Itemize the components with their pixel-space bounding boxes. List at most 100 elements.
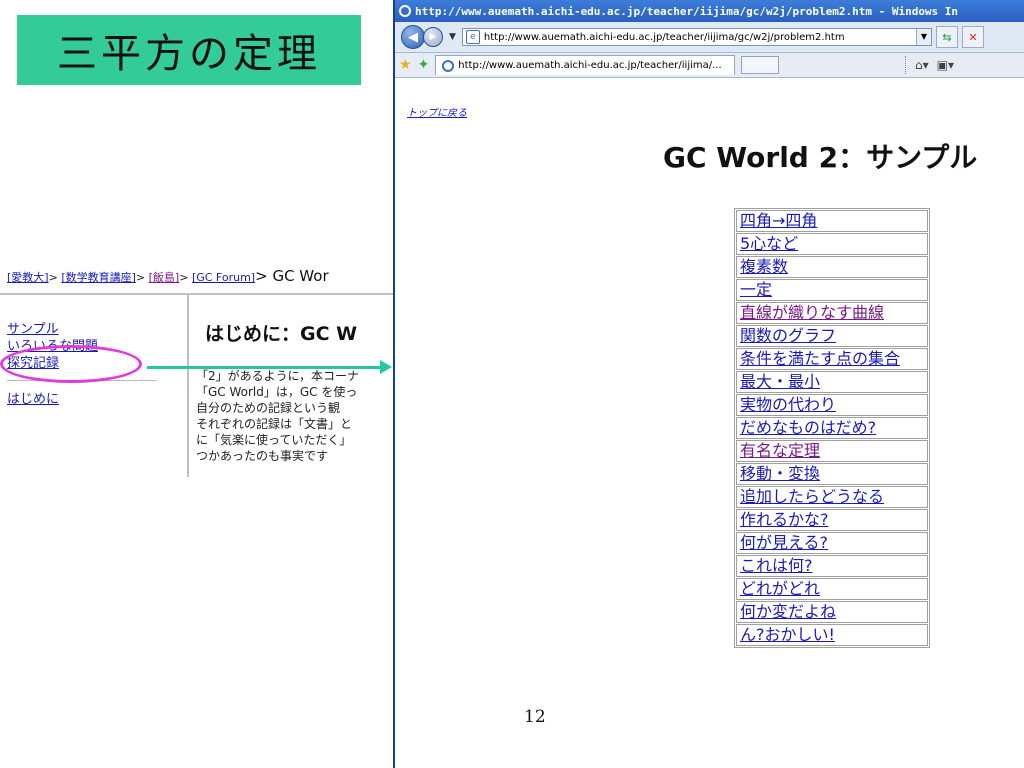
table-cell: 関数のグラフ	[736, 325, 928, 347]
slide-page-number: 12	[524, 707, 546, 727]
breadcrumb-separator: >	[48, 271, 58, 284]
browser-window: http://www.auemath.aichi-edu.ac.jp/teach…	[393, 0, 1024, 768]
breadcrumb-separator: >	[179, 271, 189, 284]
table-cell: 複素数	[736, 256, 928, 278]
window-title: http://www.auemath.aichi-edu.ac.jp/teach…	[415, 4, 959, 18]
topic-link[interactable]: 作れるかな?	[740, 510, 829, 529]
table-cell: 条件を満たす点の集合	[736, 348, 928, 370]
table-row: 直線が織りなす曲線	[736, 302, 928, 324]
left-page-heading: はじめに：GC W	[205, 323, 358, 345]
topic-link[interactable]: 最大・最小	[740, 372, 820, 391]
body-line: に「気楽に使っていただく」	[196, 433, 352, 447]
table-cell: 一定	[736, 279, 928, 301]
pointer-arrow	[147, 366, 383, 369]
new-tab-button[interactable]	[741, 56, 780, 74]
table-cell: 実物の代わり	[736, 394, 928, 416]
ie-logo-icon	[399, 5, 411, 17]
window-titlebar: http://www.auemath.aichi-edu.ac.jp/teach…	[395, 0, 1024, 22]
address-bar: ◀ ▶ ▼ e http://www.auemath.aichi-edu.ac.…	[395, 22, 1024, 53]
home-icon[interactable]: ⌂▾	[915, 58, 929, 72]
body-line: 「GC World」は，GC を使っ	[196, 385, 358, 399]
topic-link[interactable]: 5心など	[740, 234, 798, 253]
table-row: 四角→四角	[736, 210, 928, 232]
table-cell: 有名な定理	[736, 440, 928, 462]
topic-link[interactable]: 追加したらどうなる	[740, 487, 884, 506]
table-row: これは何?	[736, 555, 928, 577]
stop-button[interactable]: ✕	[961, 26, 984, 48]
topic-link[interactable]: 四角→四角	[740, 211, 817, 230]
table-cell: 作れるかな?	[736, 509, 928, 531]
topic-link[interactable]: 何か変だよね	[740, 602, 836, 621]
table-cell: 直線が織りなす曲線	[736, 302, 928, 324]
table-row: 5心など	[736, 233, 928, 255]
url-input[interactable]: e http://www.auemath.aichi-edu.ac.jp/tea…	[461, 28, 932, 46]
table-cell: 追加したらどうなる	[736, 486, 928, 508]
table-row: 作れるかな?	[736, 509, 928, 531]
toolbar-separator	[905, 56, 907, 74]
topic-link[interactable]: 一定	[740, 280, 772, 299]
topic-link[interactable]: 何が見える?	[740, 533, 828, 552]
table-cell: これは何?	[736, 555, 928, 577]
table-row: 追加したらどうなる	[736, 486, 928, 508]
table-cell: 5心など	[736, 233, 928, 255]
back-button[interactable]: ◀	[401, 25, 425, 49]
feeds-icon[interactable]: ▣▾	[937, 58, 954, 72]
table-cell: ん?おかしい!	[736, 624, 928, 646]
left-page-body: 「2」があるように，本コーナ 「GC World」は，GC を使っ 自分のための…	[196, 368, 393, 476]
refresh-icon: ⇆	[942, 30, 952, 44]
url-dropdown-icon[interactable]: ▼	[915, 29, 931, 45]
back-to-top-link[interactable]: トップに戻る	[407, 104, 467, 119]
body-line: それぞれの記録は「文書」と	[196, 417, 353, 431]
url-text: http://www.auemath.aichi-edu.ac.jp/teach…	[483, 31, 845, 43]
forward-button[interactable]: ▶	[423, 27, 443, 47]
table-cell: 移動・変換	[736, 463, 928, 485]
topic-link[interactable]: これは何?	[740, 556, 813, 575]
table-row: 有名な定理	[736, 440, 928, 462]
ie-tab-icon	[442, 59, 455, 72]
breadcrumb-current: > GC Wor	[255, 267, 329, 285]
highlight-oval	[0, 345, 142, 383]
table-row: 実物の代わり	[736, 394, 928, 416]
tab-bar: ★ ✦ http://www.auemath.aichi-edu.ac.jp/t…	[395, 53, 1024, 78]
topic-link[interactable]: どれがどれ	[740, 579, 820, 598]
divider	[0, 293, 393, 295]
topic-link[interactable]: ん?おかしい!	[740, 625, 835, 644]
topic-link[interactable]: 移動・変換	[740, 464, 820, 483]
tab-label: http://www.auemath.aichi-edu.ac.jp/teach…	[458, 60, 722, 71]
menu-item-sample[interactable]: サンプル	[7, 321, 157, 338]
table-cell: 何が見える?	[736, 532, 928, 554]
page-heading: GC World 2：サンプル	[663, 141, 978, 174]
table-cell: だめなものはだめ?	[736, 417, 928, 439]
topic-link[interactable]: 関数のグラフ	[740, 326, 836, 345]
breadcrumb-link-math-edu[interactable]: [数学教育講座]	[61, 271, 136, 284]
topic-link[interactable]: 直線が織りなす曲線	[740, 303, 884, 322]
slide-title: 三平方の定理	[17, 15, 361, 85]
close-icon: ✕	[968, 30, 978, 44]
table-row: 条件を満たす点の集合	[736, 348, 928, 370]
topic-link[interactable]: だめなものはだめ?	[740, 418, 876, 437]
table-row: どれがどれ	[736, 578, 928, 600]
topic-link-table: 四角→四角 5心など複素数一定直線が織りなす曲線 関数のグラフ条件を満たす点の集合最…	[734, 208, 930, 648]
page-icon: e	[465, 30, 480, 44]
history-dropdown-icon[interactable]: ▼	[449, 32, 456, 42]
column-divider	[187, 295, 189, 477]
topic-link[interactable]: 条件を満たす点の集合	[740, 349, 900, 368]
table-cell: 四角→四角	[736, 210, 928, 232]
table-row: だめなものはだめ?	[736, 417, 928, 439]
favorites-star-icon[interactable]: ★	[399, 57, 412, 73]
table-row: 移動・変換	[736, 463, 928, 485]
table-row: 一定	[736, 279, 928, 301]
command-bar: ⌂▾ ▣▾	[905, 56, 954, 74]
topic-link[interactable]: 有名な定理	[740, 441, 820, 460]
body-line: つかあったのも事実です	[196, 449, 329, 463]
menu-item-introduction[interactable]: はじめに	[7, 391, 157, 408]
add-favorites-icon[interactable]: ✦	[418, 57, 430, 73]
body-line: 「2」があるように，本コーナ	[196, 369, 360, 383]
breadcrumb-link-gc-forum[interactable]: [GC Forum]	[192, 271, 255, 284]
topic-link[interactable]: 複素数	[740, 257, 788, 276]
refresh-button[interactable]: ⇆	[935, 26, 958, 48]
topic-link[interactable]: 実物の代わり	[740, 395, 836, 414]
breadcrumb-link-aue[interactable]: [愛教大]	[7, 271, 49, 284]
tab-current[interactable]: http://www.auemath.aichi-edu.ac.jp/teach…	[435, 55, 736, 75]
breadcrumb-link-iijima[interactable]: [飯島]	[149, 271, 180, 284]
